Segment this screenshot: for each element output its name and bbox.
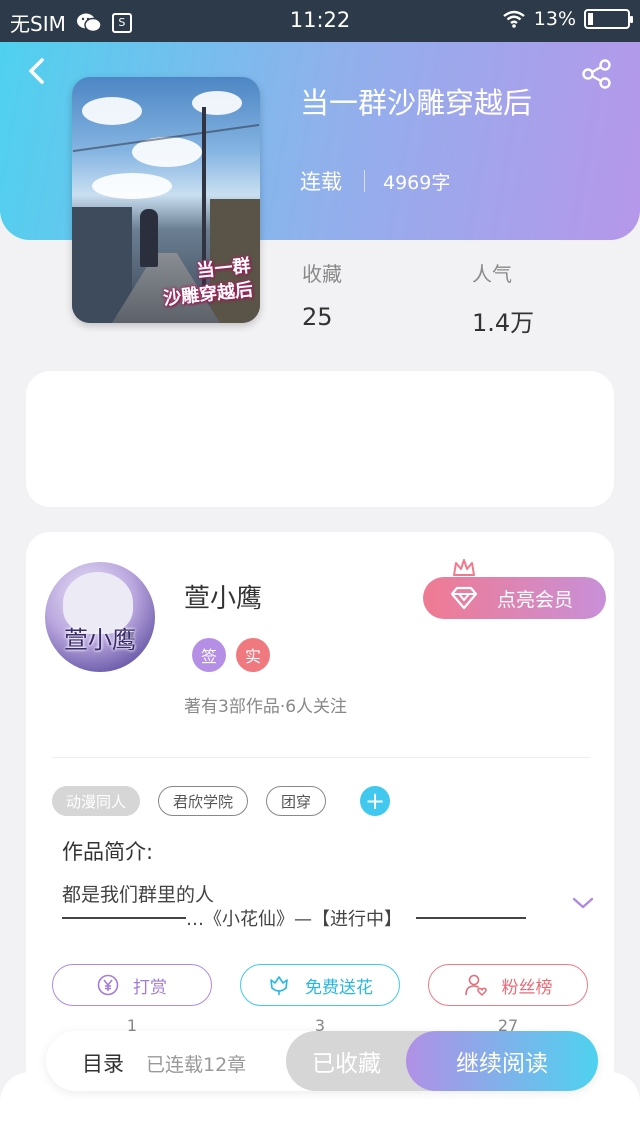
stat-popularity: 人气 1.4万 [472, 258, 534, 338]
collected-label: 已收藏 [312, 1051, 381, 1077]
user-heart-icon [464, 974, 487, 997]
tag-item[interactable]: 团穿 [266, 786, 327, 816]
flower-icon [270, 976, 288, 995]
status-right: 13% [502, 8, 633, 30]
intro-text-middle: …《小花仙》—【进行中】 [186, 909, 402, 930]
author-name[interactable]: 萱小鹰 [184, 578, 262, 615]
plus-icon[interactable]: + [360, 786, 391, 816]
blank-card [26, 371, 614, 507]
chapter-count[interactable]: 已连载12章 [146, 1050, 246, 1077]
stat-value: 1.4万 [472, 309, 535, 337]
book-title: 当一群沙雕穿越后 [300, 86, 533, 120]
intro-text: 都是我们群里的人 [62, 884, 215, 906]
fan-ranking-label: 粉丝榜 [501, 977, 553, 998]
avatar-text: 萱小鹰 [64, 626, 136, 654]
intro-label: 作品简介: [62, 840, 154, 864]
book-meta: 连载 4969字 [300, 166, 450, 196]
cover-title-art: 当一群 沙雕穿越后 [162, 255, 255, 310]
vip-button-label: 点亮会员 [497, 588, 574, 611]
battery-percent: 13% [533, 8, 576, 30]
tag-list: 动漫同人 君欣学院 团穿 + [52, 786, 391, 816]
wifi-icon [503, 10, 525, 28]
stat-label: 人气 [472, 262, 512, 286]
chevron-left-icon[interactable] [22, 56, 52, 86]
serial-status: 连载 [300, 170, 342, 194]
send-flower-button[interactable]: 免费送花 [240, 964, 400, 1006]
fan-ranking-button[interactable]: 粉丝榜 [428, 964, 588, 1006]
stat-favorites: 收藏 25 [302, 258, 342, 331]
author-card: 萱小鹰 萱小鹰 签 实 著有3部作品·6人关注 点亮会员 动漫同人 君欣学院 团… [26, 532, 614, 1092]
cover-figure [140, 209, 158, 267]
continue-reading-button[interactable]: 继续阅读 [406, 1031, 598, 1091]
book-cover[interactable]: 当一群 沙雕穿越后 [72, 77, 260, 323]
tip-label: 打赏 [133, 977, 167, 998]
stat-label: 收藏 [302, 262, 342, 286]
crown-icon [453, 559, 475, 576]
battery-fill [588, 13, 593, 25]
diamond-icon [450, 586, 478, 610]
author-summary: 著有3部作品·6人关注 [184, 697, 348, 717]
intro-text-line2: …《小花仙》—【进行中】 [62, 905, 558, 931]
stat-value: 25 [302, 303, 333, 331]
send-flower-label: 免费送花 [305, 977, 373, 998]
share-icon[interactable] [580, 58, 614, 90]
divider [52, 757, 590, 758]
continue-reading-label: 继续阅读 [456, 1051, 548, 1077]
verified-badge: 实 [236, 638, 270, 672]
chevron-down-icon[interactable] [572, 896, 594, 910]
status-bar: 无SIM S 11:22 13% [0, 0, 640, 42]
tip-button[interactable]: 打赏 [52, 964, 212, 1006]
word-count: 4969字 [383, 171, 451, 194]
signed-badge: 签 [192, 638, 226, 672]
vip-button[interactable]: 点亮会员 [423, 577, 606, 619]
tag-item[interactable]: 君欣学院 [158, 786, 249, 816]
battery-icon [584, 9, 633, 29]
meta-divider [364, 170, 365, 192]
toc-button[interactable]: 目录 [82, 1048, 124, 1078]
yen-coin-icon [97, 974, 119, 996]
author-avatar[interactable]: 萱小鹰 [45, 562, 155, 672]
tag-item[interactable]: 动漫同人 [52, 786, 141, 816]
